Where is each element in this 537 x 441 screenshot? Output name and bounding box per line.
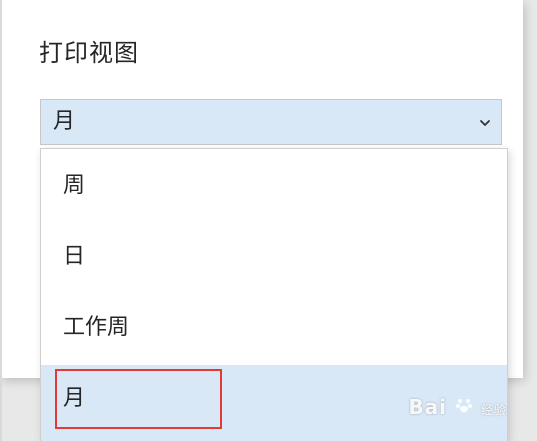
option-day[interactable]: 日 xyxy=(41,223,507,293)
chevron-down-icon[interactable] xyxy=(479,114,491,126)
option-label: 月 xyxy=(63,386,86,411)
option-work-week[interactable]: 工作周 xyxy=(41,294,507,364)
window-edge xyxy=(0,0,2,441)
option-week[interactable]: 周 xyxy=(41,152,507,222)
paw-icon xyxy=(455,395,481,419)
option-label: 日 xyxy=(63,244,86,269)
option-label: 工作周 xyxy=(63,315,130,340)
dialog-title: 打印视图 xyxy=(39,39,139,67)
watermark-text: Bai xyxy=(408,395,448,419)
select-value: 月 xyxy=(53,109,76,134)
watermark-suffix: 经验 xyxy=(480,403,507,417)
option-label: 周 xyxy=(63,173,86,198)
view-select[interactable]: 月 xyxy=(40,99,502,145)
watermark: Bai 经验 xyxy=(408,395,507,419)
